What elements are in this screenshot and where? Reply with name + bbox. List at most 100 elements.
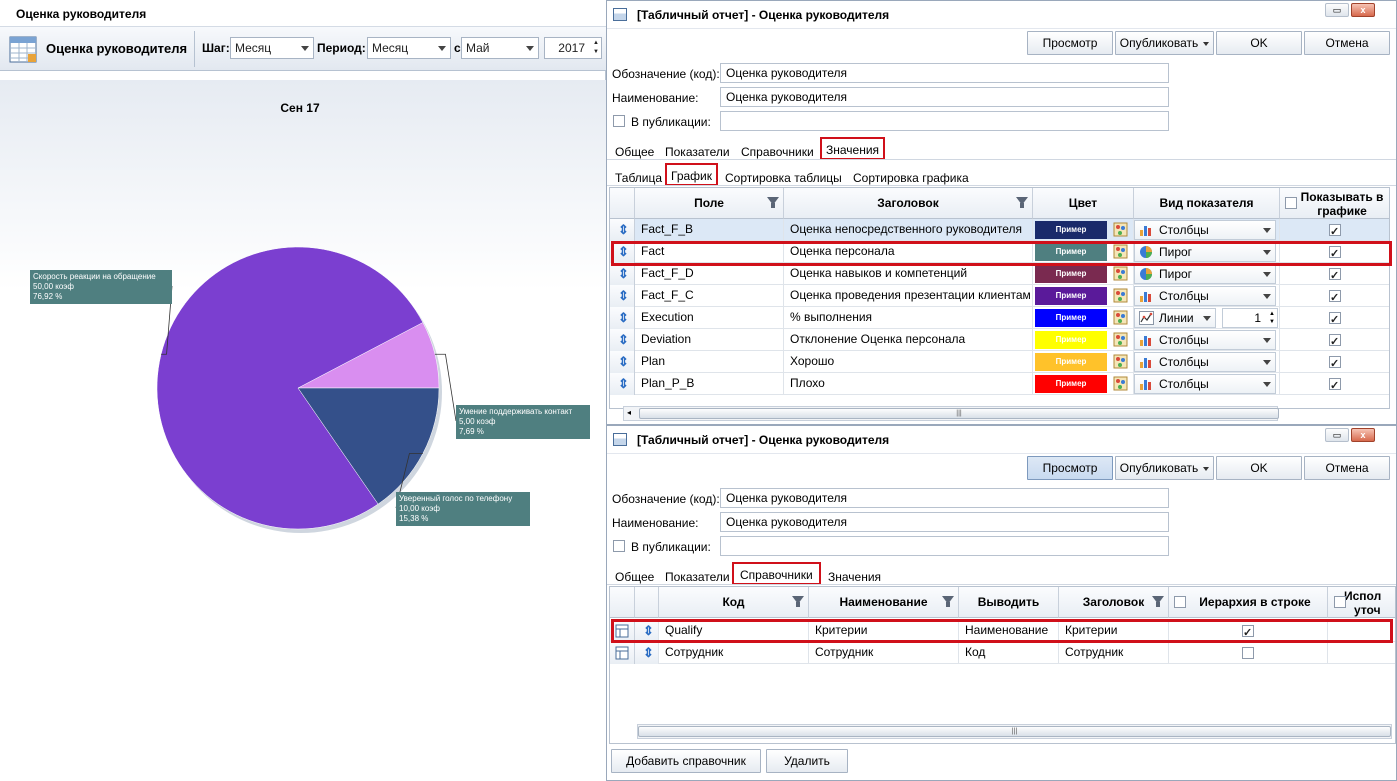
row-header[interactable]: ⇕: [610, 329, 635, 351]
column-header-kind[interactable]: Вид показателя: [1134, 188, 1280, 219]
field-cell[interactable]: Deviation: [635, 329, 784, 351]
publish-checkbox[interactable]: [613, 540, 625, 552]
column-header-use[interactable]: Испол уточ: [1328, 587, 1395, 618]
show-in-graph-checkbox[interactable]: [1329, 244, 1341, 263]
color-cell[interactable]: Пример: [1033, 241, 1134, 263]
close-button[interactable]: x: [1351, 3, 1375, 17]
name-cell[interactable]: Сотрудник: [809, 642, 959, 664]
directory-icon[interactable]: [615, 646, 629, 660]
palette-icon[interactable]: [1113, 310, 1129, 326]
output-cell[interactable]: Наименование: [959, 620, 1059, 642]
kind-select[interactable]: Столбцы: [1134, 352, 1276, 372]
show-in-graph-checkbox[interactable]: [1329, 310, 1341, 329]
show-in-graph-checkbox[interactable]: [1329, 332, 1341, 351]
column-header-name[interactable]: Наименование: [809, 587, 959, 618]
title-cell[interactable]: Сотрудник: [1059, 642, 1169, 664]
kind-cell[interactable]: Столбцы: [1134, 219, 1280, 241]
select-all-checkbox[interactable]: [1285, 197, 1297, 209]
sort-arrows-icon[interactable]: ⇕: [618, 266, 629, 281]
kind-cell[interactable]: Столбцы: [1134, 329, 1280, 351]
table-row[interactable]: ⇕ Fact_F_D Оценка навыков и компетенций …: [610, 263, 1389, 285]
show-in-graph-checkbox[interactable]: [1329, 354, 1341, 373]
column-header-title[interactable]: Заголовок: [784, 188, 1033, 219]
step-select[interactable]: Месяц: [230, 37, 314, 59]
kind-select[interactable]: Столбцы: [1134, 286, 1276, 306]
year-spinner[interactable]: 2017 ▲ ▼: [544, 37, 602, 59]
kind-cell[interactable]: Столбцы: [1134, 351, 1280, 373]
kind-select[interactable]: Столбцы: [1134, 220, 1276, 240]
field-cell[interactable]: Plan_P_B: [635, 373, 784, 395]
kind-select[interactable]: Пирог: [1134, 242, 1276, 262]
filter-icon[interactable]: [1152, 596, 1164, 607]
row-header[interactable]: [610, 620, 635, 642]
title-cell[interactable]: Оценка персонала: [784, 241, 1033, 263]
palette-icon[interactable]: [1113, 354, 1129, 370]
kind-select[interactable]: Линии: [1134, 308, 1216, 328]
sort-arrows-icon[interactable]: ⇕: [618, 244, 629, 259]
delete-button[interactable]: Удалить: [766, 749, 848, 773]
color-cell[interactable]: Пример: [1033, 307, 1134, 329]
hierarchy-checkbox[interactable]: [1242, 647, 1254, 659]
color-swatch[interactable]: Пример: [1035, 331, 1107, 349]
palette-icon[interactable]: [1113, 244, 1129, 260]
sort-arrows-icon[interactable]: ⇕: [643, 623, 654, 638]
table-row[interactable]: ⇕ Deviation Отклонение Оценка персонала …: [610, 329, 1389, 351]
sort-arrows-icon[interactable]: ⇕: [618, 332, 629, 347]
kind-cell[interactable]: Столбцы: [1134, 373, 1280, 395]
row-header[interactable]: ⇕: [610, 351, 635, 373]
field-cell[interactable]: Fact_F_B: [635, 219, 784, 241]
sort-arrows-icon[interactable]: ⇕: [618, 288, 629, 303]
line-width-spinner[interactable]: 1 ▲ ▼: [1222, 308, 1278, 328]
filter-icon[interactable]: [767, 197, 779, 208]
preview-button[interactable]: Просмотр: [1027, 456, 1113, 480]
color-swatch[interactable]: Пример: [1035, 375, 1107, 393]
title-cell[interactable]: Хорошо: [784, 351, 1033, 373]
table-row[interactable]: ⇕ Сотрудник Сотрудник Код Сотрудник: [610, 642, 1395, 664]
show-in-graph-checkbox[interactable]: [1329, 288, 1341, 307]
column-header-code[interactable]: Код: [659, 587, 809, 618]
title-cell[interactable]: % выполнения: [784, 307, 1033, 329]
color-cell[interactable]: Пример: [1033, 263, 1134, 285]
table-row[interactable]: ⇕ Qualify Критерии Наименование Критерии: [610, 620, 1395, 642]
color-cell[interactable]: Пример: [1033, 373, 1134, 395]
filter-icon[interactable]: [1016, 197, 1028, 208]
kind-cell[interactable]: Пирог: [1134, 263, 1280, 285]
table-row[interactable]: ⇕ Execution % выполнения Пример Линии 1 ▲…: [610, 307, 1389, 329]
scroll-left-icon[interactable]: ◂: [627, 408, 631, 417]
title-cell[interactable]: Оценка проведения презентации клиентам: [784, 285, 1033, 307]
color-cell[interactable]: Пример: [1033, 351, 1134, 373]
palette-icon[interactable]: [1113, 222, 1129, 238]
scrollbar-thumb[interactable]: |||: [639, 408, 1279, 419]
show-in-graph-checkbox[interactable]: [1329, 376, 1341, 395]
row-header[interactable]: ⇕: [610, 307, 635, 329]
code-cell[interactable]: Qualify: [659, 620, 809, 642]
palette-icon[interactable]: [1113, 332, 1129, 348]
column-header-output[interactable]: Выводить: [959, 587, 1059, 618]
palette-icon[interactable]: [1113, 266, 1129, 282]
title-cell[interactable]: Отклонение Оценка персонала: [784, 329, 1033, 351]
sort-arrows-icon[interactable]: ⇕: [618, 376, 629, 391]
horizontal-scrollbar[interactable]: |||: [637, 724, 1392, 739]
color-cell[interactable]: Пример: [1033, 285, 1134, 307]
month-select[interactable]: Май: [461, 37, 539, 59]
color-cell[interactable]: Пример: [1033, 219, 1134, 241]
scrollbar-thumb[interactable]: |||: [638, 726, 1391, 737]
color-swatch[interactable]: Пример: [1035, 265, 1107, 283]
kind-select[interactable]: Столбцы: [1134, 330, 1276, 350]
horizontal-scrollbar[interactable]: ◂ |||: [623, 406, 1279, 421]
name-field[interactable]: Оценка руководителя: [720, 512, 1169, 532]
field-cell[interactable]: Fact_F_D: [635, 263, 784, 285]
column-header-field[interactable]: Поле: [635, 188, 784, 219]
row-header[interactable]: ⇕: [610, 373, 635, 395]
close-button[interactable]: x: [1351, 428, 1375, 442]
sort-arrows-icon[interactable]: ⇕: [643, 645, 654, 660]
preview-button[interactable]: Просмотр: [1027, 31, 1113, 55]
kind-cell[interactable]: Пирог: [1134, 241, 1280, 263]
spin-arrows-icon[interactable]: ▲ ▼: [593, 39, 599, 57]
table-row[interactable]: ⇕ Fact Оценка персонала Пример Пирог: [610, 241, 1389, 263]
table-row[interactable]: ⇕ Fact_F_B Оценка непосредственного руко…: [610, 219, 1389, 241]
period-select[interactable]: Месяц: [367, 37, 451, 59]
cancel-button[interactable]: Отмена: [1304, 456, 1390, 480]
color-swatch[interactable]: Пример: [1035, 243, 1107, 261]
select-all-checkbox[interactable]: [1174, 596, 1186, 608]
